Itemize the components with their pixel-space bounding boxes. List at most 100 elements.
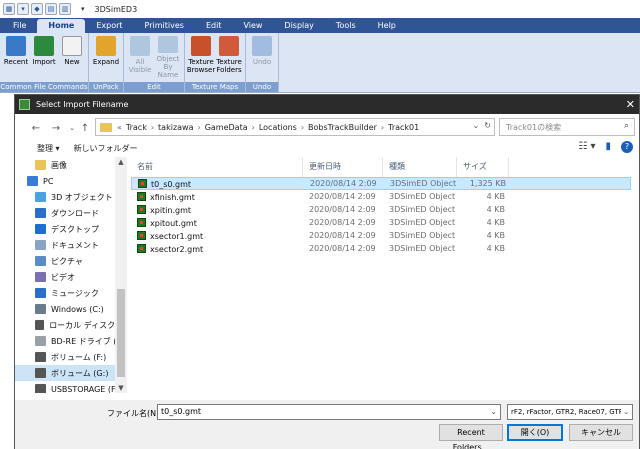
- address-bar[interactable]: « Track › takizawa › GameData › Locations › Bobs…: [95, 118, 495, 136]
- open-button[interactable]: 開く(O): [507, 424, 563, 441]
- file-row[interactable]: xpitout.gmt 2020/08/14 2:09 3DSimED Object…: [131, 216, 631, 229]
- drive-icon: [35, 320, 45, 330]
- column-name[interactable]: 名前: [131, 156, 303, 177]
- import-button[interactable]: Import: [30, 35, 58, 79]
- cancel-button[interactable]: キャンセル: [569, 424, 633, 441]
- filename-input[interactable]: t0_s0.gmt ⌄: [157, 404, 501, 420]
- nav-item[interactable]: 画像: [15, 157, 127, 173]
- help-icon[interactable]: ?: [621, 141, 633, 153]
- nav-item[interactable]: BD-RE ドライブ (E:: [15, 333, 127, 349]
- scrollbar-thumb[interactable]: [117, 289, 125, 377]
- nav-item[interactable]: ドキュメント: [15, 237, 127, 253]
- search-input[interactable]: Track01の検索 ⌕: [499, 118, 635, 136]
- breadcrumb-gamedata[interactable]: GameData: [205, 123, 248, 132]
- breadcrumb-locations[interactable]: Locations: [259, 123, 297, 132]
- breadcrumb-track01[interactable]: Track01: [388, 123, 419, 132]
- tab-tools[interactable]: Tools: [325, 19, 367, 33]
- filename-dropdown-icon[interactable]: ⌄: [490, 405, 497, 419]
- texture-browser-button[interactable]: Texture Browser: [187, 35, 215, 79]
- ribbon-button-label: Texture Browser: [186, 58, 216, 74]
- nav-item[interactable]: PC: [15, 173, 127, 189]
- undo-button[interactable]: Undo: [248, 35, 276, 79]
- breadcrumb-separator-icon[interactable]: ›: [151, 123, 154, 132]
- quick-export-icon[interactable]: ▤: [45, 3, 57, 15]
- nav-item[interactable]: ローカル ディスク (D: [15, 317, 127, 333]
- breadcrumb-separator-icon[interactable]: ›: [198, 123, 201, 132]
- column-type[interactable]: 種類: [383, 156, 457, 177]
- nav-item[interactable]: ボリューム (F:): [15, 349, 127, 365]
- file-row[interactable]: xfinish.gmt 2020/08/14 2:09 3DSimED Object…: [131, 190, 631, 203]
- tab-display[interactable]: Display: [273, 19, 325, 33]
- ribbon-button-label: Recent: [3, 58, 29, 66]
- breadcrumb-separator-icon[interactable]: ›: [301, 123, 304, 132]
- nav-item[interactable]: ビデオ: [15, 269, 127, 285]
- ribbon-group-texture-maps: Texture Browser Texture Folders Texture Ma…: [185, 33, 246, 92]
- nav-item[interactable]: ボリューム (G:): [15, 365, 127, 381]
- tab-primitives[interactable]: Primitives: [134, 19, 195, 33]
- tab-view[interactable]: View: [232, 19, 273, 33]
- pictures-icon: [35, 256, 46, 266]
- nav-item[interactable]: ダウンロード: [15, 205, 127, 221]
- tab-home[interactable]: Home: [37, 19, 86, 33]
- organize-button[interactable]: 整理 ▾: [37, 143, 60, 154]
- file-type-cell: 3DSimED Object: [390, 179, 457, 188]
- nav-item[interactable]: ミュージック: [15, 285, 127, 301]
- recent-folders-button[interactable]: Recent Folders...: [439, 424, 503, 449]
- nav-item[interactable]: ピクチャ: [15, 253, 127, 269]
- nav-item-label: 3D オブジェクト: [51, 192, 113, 202]
- quick-open-icon[interactable]: ◆: [31, 3, 43, 15]
- texture-folders-button[interactable]: Texture Folders: [215, 35, 243, 79]
- nav-item[interactable]: USBSTORAGE (F:: [15, 381, 127, 393]
- tab-export[interactable]: Export: [85, 19, 133, 33]
- filetype-dropdown-icon[interactable]: ⌄: [621, 405, 629, 419]
- file-name: xsector2.gmt: [150, 244, 204, 254]
- breadcrumb-bobstrackbuilder[interactable]: BobsTrackBuilder: [308, 123, 377, 132]
- new-folder-button[interactable]: 新しいフォルダー: [74, 143, 138, 154]
- texture-folders-icon: [219, 36, 239, 56]
- tab-edit[interactable]: Edit: [195, 19, 233, 33]
- navigation-bar: ← → ⌄ ↑ « Track › takizawa › GameData › Locati…: [15, 117, 639, 139]
- file-row[interactable]: xpitin.gmt 2020/08/14 2:09 3DSimED Object 4…: [131, 203, 631, 216]
- close-icon[interactable]: ✕: [626, 98, 635, 111]
- scroll-down-icon[interactable]: ▼: [115, 384, 127, 392]
- gmt-file-icon: [138, 178, 147, 188]
- nav-item[interactable]: 3D オブジェクト: [15, 189, 127, 205]
- file-row[interactable]: xsector2.gmt 2020/08/14 2:09 3DSimED Objec…: [131, 242, 631, 255]
- scroll-up-icon[interactable]: ▲: [115, 158, 127, 166]
- quick-access-dropdown-icon[interactable]: ▾: [81, 5, 85, 13]
- up-arrow-icon[interactable]: ↑: [78, 123, 92, 134]
- breadcrumb-overflow[interactable]: «: [117, 123, 122, 132]
- quick-save-icon[interactable]: ▾: [17, 3, 29, 15]
- nav-item[interactable]: Windows (C:): [15, 301, 127, 317]
- filename-value: t0_s0.gmt: [161, 407, 202, 416]
- all-visible-button[interactable]: All Visible: [126, 35, 154, 79]
- filetype-select[interactable]: rF2, rFactor, GTR2, Race07, GTR, ⌄: [507, 404, 633, 420]
- breadcrumb-track[interactable]: Track: [126, 123, 147, 132]
- view-options-icon[interactable]: ☷ ▾: [578, 141, 595, 153]
- dialog-app-icon: [19, 99, 30, 110]
- new-button[interactable]: New: [58, 35, 86, 79]
- recent-button[interactable]: Recent: [2, 35, 30, 79]
- nav-pane-scrollbar[interactable]: ▲ ▼: [115, 157, 127, 393]
- expand-button[interactable]: Expand: [91, 35, 121, 79]
- breadcrumb-takizawa[interactable]: takizawa: [158, 123, 193, 132]
- tab-file[interactable]: File: [2, 19, 37, 33]
- tab-help[interactable]: Help: [367, 19, 407, 33]
- breadcrumb-separator-icon[interactable]: ›: [252, 123, 255, 132]
- column-size[interactable]: サイズ: [457, 156, 509, 177]
- object-by-name-button[interactable]: Object By Name: [154, 35, 182, 79]
- breadcrumb-separator-icon[interactable]: ›: [381, 123, 384, 132]
- back-arrow-icon[interactable]: ←: [29, 123, 43, 134]
- file-date-cell: 2020/08/14 2:09: [309, 244, 376, 253]
- quick-settings-icon[interactable]: ▥: [59, 3, 71, 15]
- address-controls[interactable]: ⌄ ↻: [473, 121, 492, 130]
- column-date[interactable]: 更新日時: [303, 156, 383, 177]
- ribbon-group-label: Texture Maps: [185, 82, 245, 92]
- preview-pane-icon[interactable]: ▮: [605, 141, 611, 153]
- nav-item-label: ダウンロード: [51, 208, 99, 218]
- file-row[interactable]: xsector1.gmt 2020/08/14 2:09 3DSimED Objec…: [131, 229, 631, 242]
- forward-arrow-icon[interactable]: →: [49, 123, 63, 134]
- nav-item[interactable]: デスクトップ: [15, 221, 127, 237]
- file-row[interactable]: t0_s0.gmt 2020/08/14 2:09 3DSimED Object 1,…: [131, 177, 631, 190]
- recent-locations-chevron-icon[interactable]: ⌄: [65, 124, 79, 132]
